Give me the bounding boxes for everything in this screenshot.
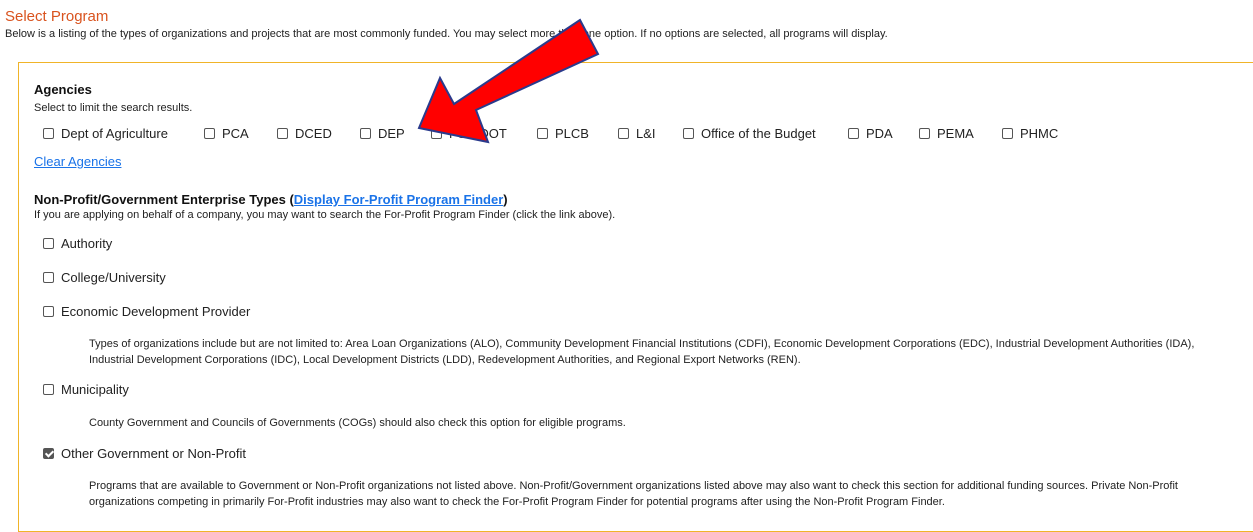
checkbox[interactable] xyxy=(360,128,371,139)
page-title: Select Program xyxy=(5,8,109,25)
page-header: Select Program Below is a listing of the… xyxy=(5,8,1245,41)
agency-label: PHMC xyxy=(1020,126,1059,141)
type-option-college-university[interactable]: College/University xyxy=(43,270,166,285)
checkbox[interactable] xyxy=(919,128,930,139)
display-for-profit-link[interactable]: Display For-Profit Program Finder xyxy=(294,192,503,207)
checkbox[interactable] xyxy=(618,128,629,139)
type-option-authority[interactable]: Authority xyxy=(43,236,112,251)
agency-option-penndot[interactable]: PennDOT xyxy=(431,126,507,141)
agency-label: PCA xyxy=(222,126,249,141)
type-option-economic-development-provider[interactable]: Economic Development Provider xyxy=(43,304,250,319)
type-label: College/University xyxy=(61,270,166,285)
agency-label: PennDOT xyxy=(449,126,507,141)
enterprise-types-title: Non-Profit/Government Enterprise Types (… xyxy=(34,192,508,207)
checkbox-checked[interactable] xyxy=(43,448,54,459)
agency-label: PLCB xyxy=(555,126,589,141)
checkbox[interactable] xyxy=(43,128,54,139)
checkbox[interactable] xyxy=(43,384,54,395)
type-label: Economic Development Provider xyxy=(61,304,251,319)
agency-option-phmc[interactable]: PHMC xyxy=(1002,126,1058,141)
enterprise-title-close: ) xyxy=(503,192,508,207)
checkbox[interactable] xyxy=(848,128,859,139)
enterprise-title-text: Non-Profit/Government Enterprise Types ( xyxy=(34,192,294,207)
enterprise-subtitle: If you are applying on behalf of a compa… xyxy=(34,209,616,221)
agency-label: DEP xyxy=(378,126,405,141)
agencies-subtitle: Select to limit the search results. xyxy=(34,102,193,114)
checkbox[interactable] xyxy=(43,272,54,283)
agencies-title: Agencies xyxy=(34,82,92,97)
agency-option-pca[interactable]: PCA xyxy=(204,126,249,141)
filter-panel: Agencies Select to limit the search resu… xyxy=(18,62,1253,532)
checkbox[interactable] xyxy=(43,238,54,249)
agency-option-pema[interactable]: PEMA xyxy=(919,126,974,141)
agency-option-pda[interactable]: PDA xyxy=(848,126,893,141)
agency-option-plcb[interactable]: PLCB xyxy=(537,126,589,141)
agency-option-dced[interactable]: DCED xyxy=(277,126,332,141)
municipality-description: County Government and Councils of Govern… xyxy=(89,417,626,429)
intro-text: Below is a listing of the types of organ… xyxy=(5,28,888,40)
economic-development-description: Types of organizations include but are n… xyxy=(89,338,1195,366)
checkbox[interactable] xyxy=(204,128,215,139)
agency-label: Dept of Agriculture xyxy=(61,126,168,141)
type-label: Municipality xyxy=(61,382,129,397)
type-option-municipality[interactable]: Municipality xyxy=(43,382,129,397)
agency-option-dep[interactable]: DEP xyxy=(360,126,405,141)
agency-option-l-and-i[interactable]: L&I xyxy=(618,126,656,141)
agency-label: Office of the Budget xyxy=(701,126,816,141)
checkbox[interactable] xyxy=(683,128,694,139)
type-label: Other Government or Non-Profit xyxy=(61,446,246,461)
checkbox[interactable] xyxy=(277,128,288,139)
type-option-other-government-or-non-profit[interactable]: Other Government or Non-Profit xyxy=(43,446,246,461)
agency-label: L&I xyxy=(636,126,656,141)
agency-label: PDA xyxy=(866,126,893,141)
agency-label: PEMA xyxy=(937,126,974,141)
other-government-description: Programs that are available to Governmen… xyxy=(89,480,1178,508)
checkbox[interactable] xyxy=(43,306,54,317)
agency-option-dept-of-agriculture[interactable]: Dept of Agriculture xyxy=(43,126,168,141)
agency-option-office-of-the-budget[interactable]: Office of the Budget xyxy=(683,126,816,141)
checkbox[interactable] xyxy=(537,128,548,139)
checkbox[interactable] xyxy=(431,128,442,139)
checkbox[interactable] xyxy=(1002,128,1013,139)
type-label: Authority xyxy=(61,236,113,251)
agency-label: DCED xyxy=(295,126,332,141)
clear-agencies-link[interactable]: Clear Agencies xyxy=(34,154,121,169)
